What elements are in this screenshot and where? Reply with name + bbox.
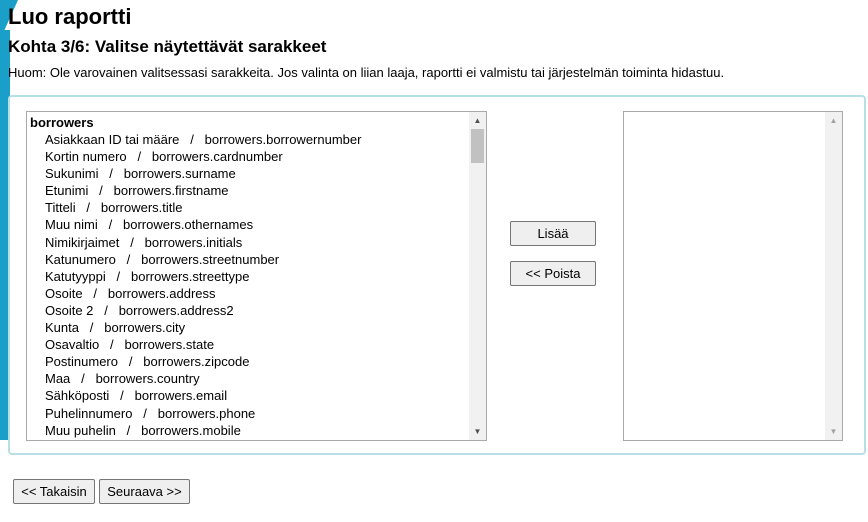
column-option[interactable]: Katunumero / borrowers.streetnumber xyxy=(27,251,469,268)
column-option[interactable]: Katutyyppi / borrowers.streettype xyxy=(27,268,469,285)
column-option[interactable]: Muu nimi / borrowers.othernames xyxy=(27,216,469,233)
vertical-scrollbar-disabled[interactable]: ▲ ▼ xyxy=(825,112,842,440)
vertical-scrollbar[interactable]: ▲ ▼ xyxy=(469,112,486,440)
warning-note: Huom: Ole varovainen valitsessasi sarakk… xyxy=(8,65,725,80)
column-option[interactable]: Sähköposti / borrowers.email xyxy=(27,387,469,404)
back-button[interactable]: << Takaisin xyxy=(13,479,95,504)
next-button[interactable]: Seuraava >> xyxy=(99,479,190,504)
column-option[interactable]: Asiakkaan ID tai määre / borrowers.borro… xyxy=(27,131,469,148)
column-option[interactable]: Nimikirjaimet / borrowers.initials xyxy=(27,234,469,251)
column-option[interactable]: Muu puhelin / borrowers.mobile xyxy=(27,422,469,439)
optgroup-borrowers: borrowers xyxy=(30,115,94,130)
column-option[interactable]: Postinumero / borrowers.zipcode xyxy=(27,353,469,370)
column-option[interactable]: Maa / borrowers.country xyxy=(27,370,469,387)
column-option[interactable]: Etunimi / borrowers.firstname xyxy=(27,182,469,199)
column-option[interactable]: Kunta / borrowers.city xyxy=(27,319,469,336)
step-title: Kohta 3/6: Valitse näytettävät sarakkeet xyxy=(8,37,327,56)
column-option[interactable]: Puhelinnumero / borrowers.phone xyxy=(27,405,469,422)
scroll-down-arrow-icon[interactable]: ▼ xyxy=(469,423,486,440)
add-column-button[interactable]: Lisää xyxy=(510,221,596,246)
scroll-up-arrow-icon[interactable]: ▲ xyxy=(825,112,842,129)
column-option[interactable]: Osoite 2 / borrowers.address2 xyxy=(27,302,469,319)
scroll-down-arrow-icon[interactable]: ▼ xyxy=(825,423,842,440)
column-option[interactable]: Kortin numero / borrowers.cardnumber xyxy=(27,148,469,165)
column-option[interactable]: Osoite / borrowers.address xyxy=(27,285,469,302)
column-selection-panel: borrowers Asiakkaan ID tai määre / borro… xyxy=(8,95,866,455)
available-columns-options: borrowers Asiakkaan ID tai määre / borro… xyxy=(27,112,469,440)
page-title: Luo raportti xyxy=(8,4,132,29)
column-option[interactable]: Osavaltio / borrowers.state xyxy=(27,336,469,353)
remove-column-button[interactable]: << Poista xyxy=(510,261,596,286)
column-option[interactable]: Titteli / borrowers.title xyxy=(27,199,469,216)
scroll-up-arrow-icon[interactable]: ▲ xyxy=(469,112,486,129)
column-option[interactable]: Sukunimi / borrowers.surname xyxy=(27,165,469,182)
selected-columns-options xyxy=(624,112,825,440)
available-columns-list[interactable]: borrowers Asiakkaan ID tai määre / borro… xyxy=(26,111,487,441)
scrollbar-thumb[interactable] xyxy=(471,129,484,163)
selected-columns-list[interactable]: ▲ ▼ xyxy=(623,111,843,441)
